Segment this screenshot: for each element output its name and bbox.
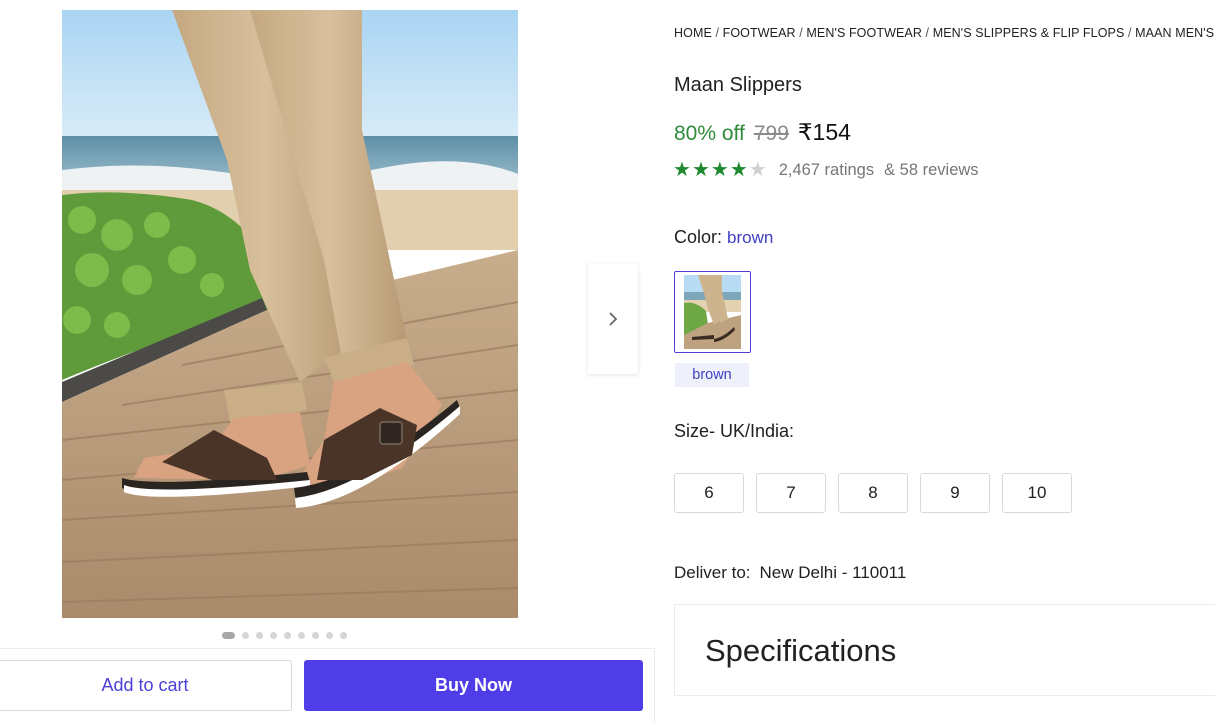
discount-percent: 80% off (674, 122, 745, 145)
action-bar: Add to cart Buy Now (0, 648, 655, 723)
rating-stars: ★ ★ ★ ★ ★ (673, 159, 767, 181)
delivery-location[interactable]: New Delhi - 110011 (760, 563, 907, 583)
breadcrumb-home[interactable]: HOME (674, 26, 712, 40)
buy-now-button[interactable]: Buy Now (304, 660, 643, 711)
breadcrumb-mens-footwear[interactable]: MEN'S FOOTWEAR (806, 26, 922, 40)
star-icon: ★ (691, 159, 710, 181)
carousel-dot[interactable] (222, 632, 235, 639)
product-title: Maan Slippers (674, 74, 802, 96)
product-image[interactable] (62, 10, 518, 618)
carousel-dots (222, 632, 347, 639)
carousel-dot[interactable] (326, 632, 333, 639)
price-row: 80% off 799 ₹154 (674, 119, 851, 146)
breadcrumb-footwear[interactable]: FOOTWEAR (723, 26, 796, 40)
size-option-8[interactable]: 8 (838, 473, 908, 513)
size-label: Size- UK/India: (674, 421, 795, 441)
specifications-title: Specifications (705, 633, 897, 668)
rating-row[interactable]: ★ ★ ★ ★ ★ 2,467 ratings & 58 reviews (673, 159, 979, 181)
star-icon: ★ (673, 159, 691, 181)
size-options: 6 7 8 9 10 (674, 473, 1072, 513)
color-swatch-thumbnail (684, 275, 741, 349)
breadcrumb-product[interactable]: MAAN MEN'S S (1135, 26, 1215, 40)
size-option-7[interactable]: 7 (756, 473, 826, 513)
breadcrumb: HOME / FOOTWEAR / MEN'S FOOTWEAR / MEN'S… (674, 26, 1215, 40)
carousel-dot[interactable] (256, 632, 263, 639)
product-photo (62, 10, 518, 618)
carousel-dot[interactable] (242, 632, 249, 639)
star-icon: ★ (729, 159, 748, 181)
size-option-6[interactable]: 6 (674, 473, 744, 513)
size-option-9[interactable]: 9 (920, 473, 990, 513)
divider (674, 695, 1215, 696)
color-swatch-label[interactable]: brown (675, 363, 749, 387)
selling-price: ₹154 (797, 119, 851, 145)
carousel-dot[interactable] (340, 632, 347, 639)
color-label-row: Color: brown (674, 227, 773, 248)
original-price: 799 (753, 122, 789, 145)
star-icon: ★ (748, 159, 767, 181)
selected-color: brown (727, 228, 774, 247)
star-icon: ★ (710, 159, 729, 181)
color-label: Color: (674, 227, 723, 247)
ratings-count[interactable]: 2,467 ratings (779, 161, 874, 180)
delivery-row[interactable]: Deliver to: New Delhi - 110011 (674, 563, 906, 583)
carousel-dot[interactable] (298, 632, 305, 639)
specifications-panel[interactable]: Specifications (674, 604, 1215, 696)
size-option-10[interactable]: 10 (1002, 473, 1072, 513)
reviews-count[interactable]: & 58 reviews (884, 161, 978, 180)
carousel-dot[interactable] (312, 632, 319, 639)
breadcrumb-slippers[interactable]: MEN'S SLIPPERS & FLIP FLOPS (933, 26, 1125, 40)
carousel-dot[interactable] (270, 632, 277, 639)
add-to-cart-button[interactable]: Add to cart (0, 660, 292, 711)
deliver-to-label: Deliver to: (674, 563, 751, 582)
next-image-button[interactable] (588, 264, 638, 374)
chevron-right-icon (609, 312, 618, 326)
color-swatch-brown[interactable] (674, 271, 751, 353)
carousel-dot[interactable] (284, 632, 291, 639)
